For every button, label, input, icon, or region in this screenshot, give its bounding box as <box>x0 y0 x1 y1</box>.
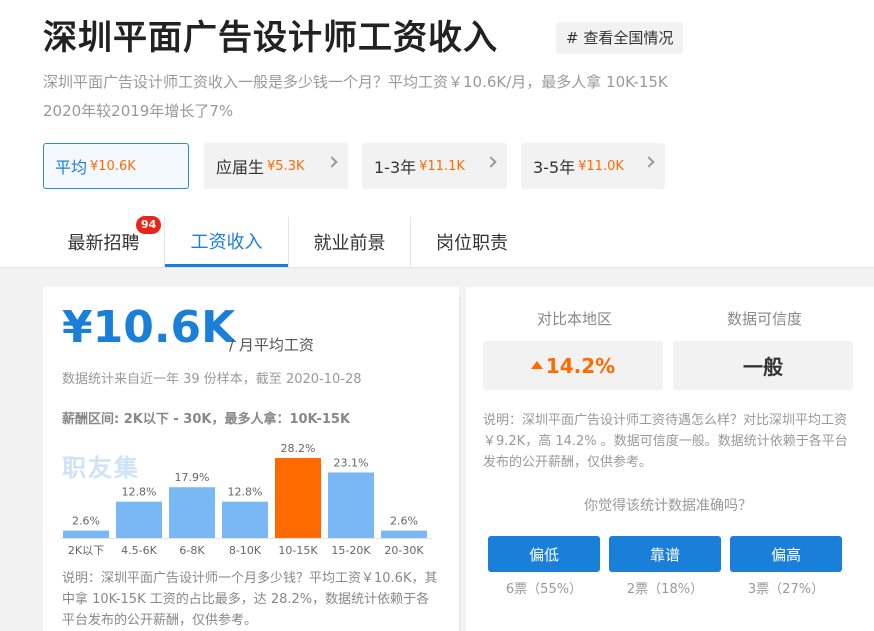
chevron-right-icon <box>643 156 655 168</box>
vote-low-count: 6票（55%） <box>505 582 583 597</box>
pill-3-5-years[interactable]: 3-5年 ¥11.0K <box>521 143 665 189</box>
vote-reliable-button[interactable]: 靠谱 <box>609 536 721 572</box>
compare-region-label: 对比本地区 <box>537 310 613 328</box>
chart-category-label: 10-15K <box>278 544 318 557</box>
chart-bar <box>328 472 374 538</box>
chart-bar <box>116 501 162 538</box>
chart-category-label: 20-30K <box>384 544 424 557</box>
accuracy-question: 你觉得该统计数据准确吗？ <box>584 498 752 514</box>
sample-note: 数据统计来自近一年 39 份样本，截至 2020-10-28 <box>62 372 362 387</box>
salary-description: 说明：深圳平面广告设计师一个月多少钱？平均工资￥10.6K，其中拿 10K-15… <box>62 571 438 628</box>
vote-high-count: 3票（27%） <box>747 582 825 597</box>
chart-bar <box>169 487 215 538</box>
vote-high-button[interactable]: 偏高 <box>730 536 842 572</box>
chevron-right-icon <box>485 156 497 168</box>
jobs-count-badge: 94 <box>136 216 162 234</box>
chart-bar <box>222 501 268 538</box>
chart-bar <box>275 458 321 538</box>
description-line-1: 深圳平面广告设计师工资收入一般是多少钱一个月？平均工资￥10.6K/月，最多人拿… <box>43 73 668 91</box>
compare-region-value: 14.2% <box>545 353 616 378</box>
tab-responsibilities[interactable]: 岗位职责 <box>411 217 533 267</box>
description-line-2: 2020年较2019年增长了7% <box>43 102 234 120</box>
chart-value-label: 23.1% <box>334 456 369 469</box>
chart-value-label: 2.6% <box>72 515 100 528</box>
chart-bar <box>63 530 109 538</box>
chevron-right-icon <box>326 156 338 168</box>
tab-salary[interactable]: 工资收入 <box>165 217 288 267</box>
pill-1-3-years[interactable]: 1-3年 ¥11.1K <box>362 143 507 189</box>
page-title: 深圳平面广告设计师工资收入 <box>43 18 498 58</box>
pill-label: 平均 <box>55 158 88 177</box>
credibility-value: 一般 <box>743 355 783 379</box>
chart-category-label: 15-20K <box>331 544 371 557</box>
tab-label: 岗位职责 <box>436 233 508 254</box>
salary-range: 薪酬区间: 2K以下 - 30K，最多人拿：10K-15K <box>62 412 351 427</box>
average-salary-unit: / 月平均工资 <box>229 336 314 354</box>
pill-value: ¥10.6K <box>90 158 136 174</box>
page-description: 深圳平面广告设计师工资收入一般是多少钱一个月？平均工资￥10.6K/月，最多人拿… <box>43 68 743 126</box>
credibility-label: 数据可信度 <box>727 310 803 328</box>
pill-average[interactable]: 平均 ¥10.6K <box>43 143 189 189</box>
pill-value: ¥5.3K <box>267 158 305 174</box>
salary-distribution-chart: 2.6% 2K以下 12.8% 4.5-6K 17.9% 6-8K 12.8% 8-10K 28… <box>60 442 432 557</box>
chart-category-label: 4.5-6K <box>121 544 157 557</box>
credibility-value-box: 一般 <box>673 341 853 390</box>
card-divider <box>459 297 461 631</box>
chart-bar <box>381 530 427 538</box>
chart-value-label: 12.8% <box>122 486 157 499</box>
tab-label: 最新招聘 <box>67 233 140 254</box>
average-salary-value: ¥10.6K <box>62 302 236 353</box>
vote-low-button[interactable]: 偏低 <box>488 536 600 572</box>
comparison-description: 说明：深圳平面广告设计师工资待遇怎么样？对比深圳平均工资 ￥9.2K，高 14.… <box>483 413 848 470</box>
chart-value-label: 2.6% <box>390 515 418 528</box>
pill-label: 3-5年 <box>533 158 576 177</box>
tab-label: 工资收入 <box>190 231 263 253</box>
tab-prospects[interactable]: 就业前景 <box>289 217 410 267</box>
chart-category-label: 8-10K <box>229 544 262 557</box>
pill-graduate[interactable]: 应届生 ¥5.3K <box>204 143 348 189</box>
chart-category-label: 6-8K <box>179 544 205 557</box>
view-national-link[interactable]: # 查看全国情况 <box>556 22 684 54</box>
compare-region-value-box: 14.2% <box>483 341 663 390</box>
tab-label: 就业前景 <box>313 233 386 254</box>
chart-category-label: 2K以下 <box>68 544 104 557</box>
pill-label: 应届生 <box>216 158 265 177</box>
pill-value: ¥11.1K <box>419 158 465 174</box>
vote-reliable-count: 2票（18%） <box>626 582 704 597</box>
chart-value-label: 17.9% <box>175 471 210 484</box>
chart-value-label: 12.8% <box>228 486 263 499</box>
header-section: 深圳平面广告设计师工资收入 # 查看全国情况 深圳平面广告设计师工资收入一般是多… <box>0 0 874 268</box>
chart-value-label: 28.2% <box>281 442 316 455</box>
arrow-up-icon <box>530 360 543 369</box>
pill-label: 1-3年 <box>374 158 417 177</box>
pill-value: ¥11.0K <box>578 158 624 174</box>
